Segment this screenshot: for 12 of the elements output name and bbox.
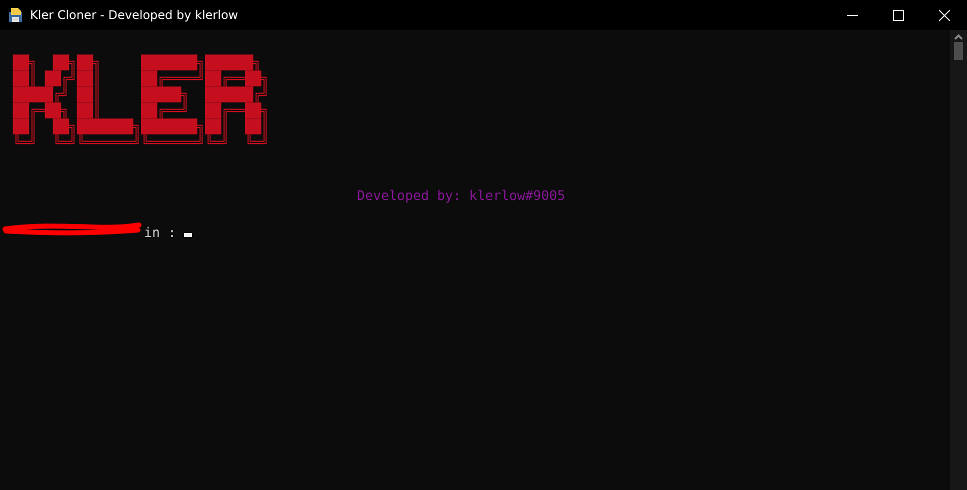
credit-text: Developed by: klerlow#9005 [357,189,566,205]
ascii-logo: ██╗ ██╗██╗ ███████╗██████╗ ██║ ██╔╝██║ ██╔════╝██╔══██╗ █████╔╝ ██║ █████╗ ██████╔╝ ██╔═██╗ ██║ ██╔══╝ ██╔══██╗ ██║ ██╗███████╗███████╗██║ ██║ ╚═╝ ╚═╝╚══════╝╚══════╝╚═╝ ╚═╝ [13,56,270,152]
maximize-icon [892,10,904,20]
minimize-icon [846,14,858,16]
scrollbar[interactable] [950,30,967,490]
app-icon [8,7,24,23]
text-cursor [184,233,192,237]
close-icon [938,10,950,20]
scroll-up-icon[interactable] [954,34,963,40]
prompt-text: in : [144,226,176,242]
window-title: Kler Cloner - Developed by klerlow [30,8,240,22]
scroll-thumb[interactable] [954,42,963,60]
